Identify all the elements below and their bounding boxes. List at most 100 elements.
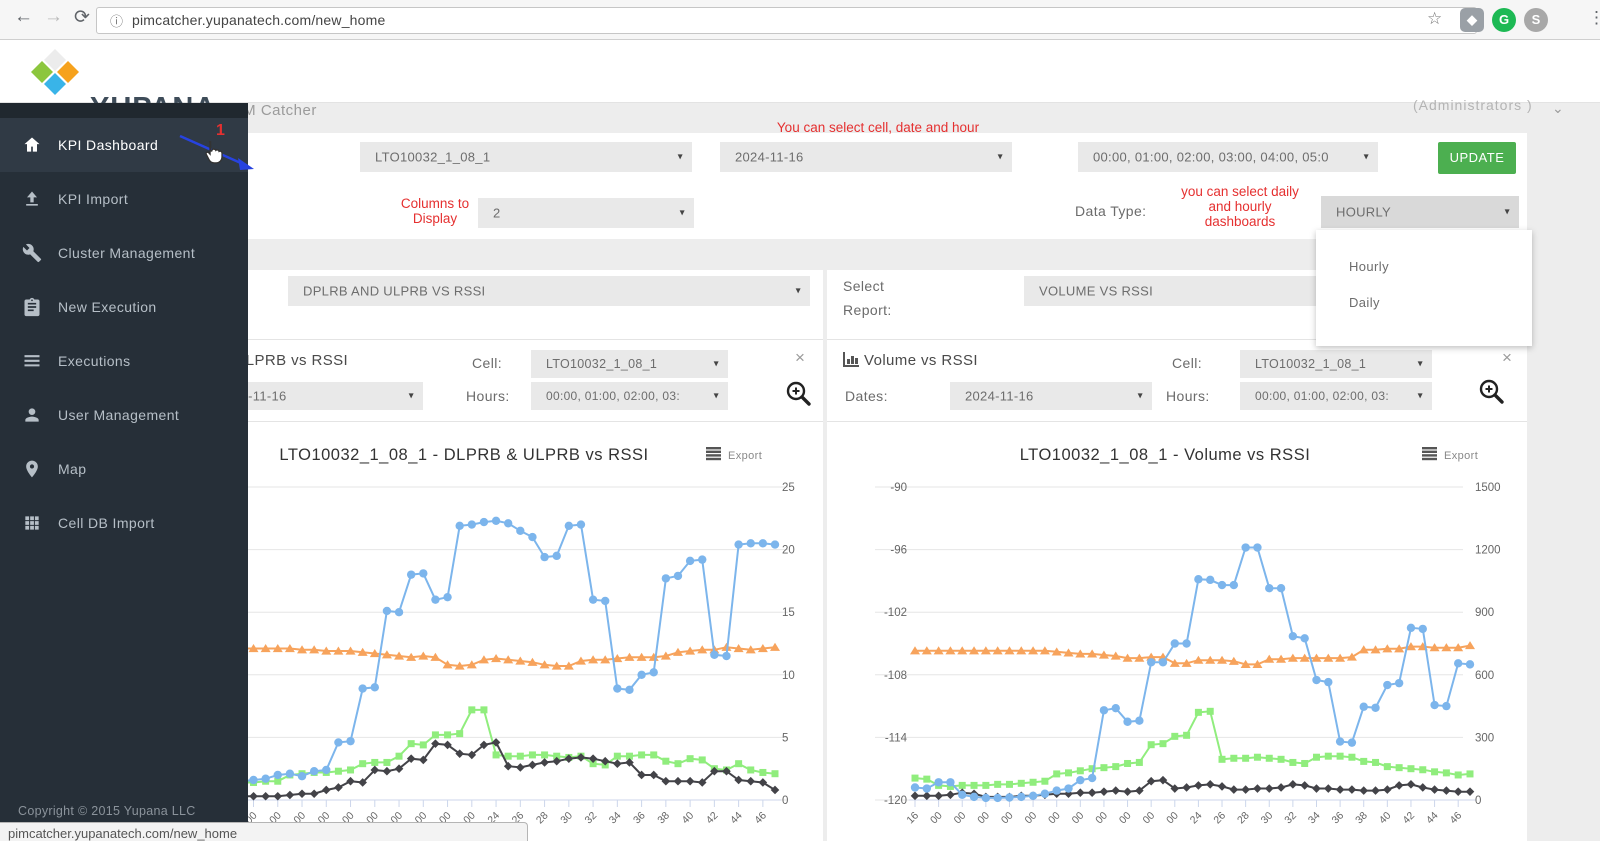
hours-label: Hours: bbox=[1166, 388, 1210, 404]
export-menu-icon[interactable] bbox=[1422, 447, 1437, 461]
bookmark-star-icon[interactable]: ☆ bbox=[1427, 9, 1442, 29]
sidebar-item-executions[interactable]: Executions bbox=[0, 334, 248, 388]
zoom-in-icon[interactable] bbox=[1478, 378, 1506, 406]
data-type-option-hourly[interactable]: Hourly bbox=[1316, 248, 1532, 286]
svg-text:00: 00 bbox=[975, 810, 992, 827]
svg-text:5: 5 bbox=[782, 732, 788, 744]
url-text[interactable]: pimcatcher.yupanatech.com/new_home bbox=[132, 12, 386, 28]
browser-menu-icon[interactable]: ⋮ bbox=[1588, 8, 1600, 28]
svg-text:00: 00 bbox=[1117, 810, 1134, 827]
svg-text:00: 00 bbox=[1046, 810, 1063, 827]
user-icon bbox=[25, 408, 39, 422]
card-cell-select-left[interactable]: LTO10032_1_08_1 ▾ bbox=[531, 350, 728, 378]
close-icon[interactable]: × bbox=[1502, 348, 1512, 368]
yupana-logo-icon bbox=[31, 49, 79, 95]
sidebar-item-label: Cluster Management bbox=[58, 245, 196, 261]
chevron-down-icon: ▾ bbox=[679, 207, 685, 219]
sidebar-item-label: Cell DB Import bbox=[58, 515, 155, 531]
clipboard-icon bbox=[24, 297, 40, 317]
export-menu-icon[interactable] bbox=[706, 447, 721, 461]
account-label[interactable]: (Administrators ) bbox=[1413, 97, 1533, 113]
svg-text:32: 32 bbox=[1282, 810, 1299, 827]
close-icon[interactable]: × bbox=[795, 348, 805, 368]
hand-cursor-icon bbox=[205, 141, 223, 164]
svg-text:32: 32 bbox=[582, 810, 599, 827]
chevron-down-icon: ▾ bbox=[997, 151, 1003, 163]
page-info-icon[interactable]: ⓘ bbox=[110, 11, 123, 30]
hours-label: Hours: bbox=[466, 388, 510, 404]
svg-text:-96: -96 bbox=[890, 545, 907, 557]
svg-text:900: 900 bbox=[1475, 607, 1494, 619]
svg-text:LTO10032_1_08_1 - DLPRB & ULPR: LTO10032_1_08_1 - DLPRB & ULPRB vs RSSI bbox=[279, 446, 648, 464]
back-icon[interactable]: ← bbox=[14, 6, 33, 28]
status-url-text: pimcatcher.yupanatech.com/new_home bbox=[8, 826, 238, 841]
svg-text:40: 40 bbox=[1377, 810, 1394, 827]
card-hours-select-left[interactable]: 00:00, 01:00, 02:00, 03: ▾ bbox=[531, 382, 728, 410]
grammarly-extension-icon[interactable]: G bbox=[1492, 8, 1516, 32]
svg-text:LTO10032_1_08_1 - Volume vs RS: LTO10032_1_08_1 - Volume vs RSSI bbox=[1020, 446, 1311, 464]
sidebar-item-label: Executions bbox=[58, 353, 131, 369]
svg-text:Export: Export bbox=[1444, 450, 1478, 462]
svg-text:42: 42 bbox=[704, 810, 721, 827]
svg-text:28: 28 bbox=[1235, 810, 1252, 827]
svg-text:1500: 1500 bbox=[1475, 482, 1501, 494]
skype-extension-icon[interactable]: S bbox=[1524, 8, 1548, 32]
sidebar: KPI Dashboard KPI Import Cluster Managemen… bbox=[0, 103, 248, 841]
dates-label: Dates: bbox=[845, 388, 888, 404]
upload-icon bbox=[26, 191, 38, 206]
card-cell-select-right[interactable]: LTO10032_1_08_1 ▾ bbox=[1240, 350, 1432, 378]
columns-to-display-select[interactable]: 2 ▾ bbox=[478, 198, 694, 228]
chevron-down-icon: ▾ bbox=[408, 390, 414, 402]
hours-select[interactable]: 00:00, 01:00, 02:00, 03:00, 04:00, 05:0 ▾ bbox=[1078, 142, 1378, 172]
svg-text:00: 00 bbox=[1141, 810, 1158, 827]
svg-text:20: 20 bbox=[782, 545, 795, 557]
cell-label: Cell: bbox=[1172, 355, 1203, 371]
data-type-select[interactable]: HOURLY ▾ bbox=[1321, 196, 1519, 228]
home-icon bbox=[24, 137, 40, 152]
chevron-down-icon: ▾ bbox=[713, 390, 719, 402]
svg-text:1200: 1200 bbox=[1475, 545, 1501, 557]
refresh-icon[interactable]: ⟳ bbox=[74, 6, 90, 29]
grid-icon bbox=[25, 516, 39, 530]
data-type-option-daily[interactable]: Daily bbox=[1316, 284, 1532, 322]
svg-text:Export: Export bbox=[728, 450, 762, 462]
extension-shield-icon[interactable]: ◆ bbox=[1460, 8, 1484, 32]
app-window: ← → ⟳ ⓘ pimcatcher.yupanatech.com/new_ho… bbox=[0, 0, 1600, 841]
cell-select[interactable]: LTO10032_1_08_1 ▾ bbox=[360, 142, 692, 172]
report-select-left[interactable]: DPLRB AND ULPRB VS RSSI ▾ bbox=[288, 276, 810, 306]
sidebar-item-user-management[interactable]: User Management bbox=[0, 388, 248, 442]
annotation-select-cell: You can select cell, date and hour bbox=[776, 120, 980, 135]
zoom-in-icon[interactable] bbox=[785, 380, 813, 408]
update-button[interactable]: UPDATE bbox=[1438, 142, 1516, 174]
list-icon bbox=[24, 355, 40, 367]
sidebar-top-strip bbox=[0, 103, 248, 118]
sidebar-item-new-execution[interactable]: New Execution bbox=[0, 280, 248, 334]
sidebar-item-map[interactable]: Map bbox=[0, 442, 248, 496]
chevron-down-icon: ▾ bbox=[1417, 390, 1423, 402]
forward-icon[interactable]: → bbox=[44, 6, 63, 28]
chevron-down-icon: ▾ bbox=[713, 358, 719, 370]
annotation-columns: Columns to Display bbox=[400, 196, 470, 226]
svg-text:00: 00 bbox=[1022, 810, 1039, 827]
sidebar-item-cell-db-import[interactable]: Cell DB Import bbox=[0, 496, 248, 550]
sidebar-item-label: Map bbox=[58, 461, 87, 477]
svg-text:-108: -108 bbox=[884, 670, 907, 682]
date-select[interactable]: 2024-11-16 ▾ bbox=[720, 142, 1012, 172]
map-pin-icon bbox=[26, 460, 38, 478]
chevron-down-icon: ▾ bbox=[1417, 358, 1423, 370]
svg-text:46: 46 bbox=[1448, 810, 1465, 827]
svg-text:26: 26 bbox=[1211, 810, 1228, 827]
sidebar-item-kpi-import[interactable]: KPI Import bbox=[0, 172, 248, 226]
svg-text:42: 42 bbox=[1400, 810, 1417, 827]
card-date-select-right[interactable]: 2024-11-16 ▾ bbox=[950, 382, 1152, 410]
svg-text:25: 25 bbox=[782, 482, 795, 494]
select-report-label: SelectReport: bbox=[843, 278, 892, 318]
card-hours-select-right[interactable]: 00:00, 01:00, 02:00, 03: ▾ bbox=[1240, 382, 1432, 410]
sidebar-item-cluster-management[interactable]: Cluster Management bbox=[0, 226, 248, 280]
svg-text:24: 24 bbox=[1188, 810, 1205, 827]
account-chevron-down-icon[interactable]: ⌄ bbox=[1552, 100, 1564, 117]
svg-text:300: 300 bbox=[1475, 732, 1494, 744]
annotation-data-type: you can select daily and hourly dashboards bbox=[1181, 184, 1299, 229]
bar-chart-icon bbox=[843, 352, 859, 367]
chevron-down-icon: ▾ bbox=[1504, 206, 1510, 218]
